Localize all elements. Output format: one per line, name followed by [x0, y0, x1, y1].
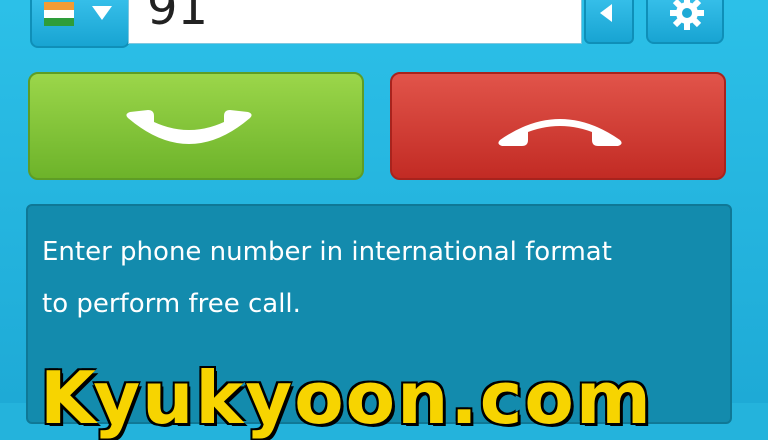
gear-icon — [670, 0, 704, 30]
flag-icon — [44, 2, 74, 26]
hangup-button[interactable] — [390, 72, 726, 180]
chevron-down-icon — [92, 6, 112, 20]
watermark: Kyukyoon.com — [40, 356, 653, 440]
info-message-line-1: Enter phone number in international form… — [42, 237, 612, 267]
phone-handset-icon — [126, 110, 252, 144]
app-window: 91 Enter phone number in international f… — [0, 0, 768, 434]
backspace-button[interactable] — [584, 0, 634, 44]
info-message-line-2: to perform free call. — [42, 289, 301, 319]
settings-button[interactable] — [646, 0, 724, 44]
info-message: Enter phone number in international form… — [42, 226, 722, 330]
backspace-arrow-icon — [600, 4, 612, 22]
call-button[interactable] — [28, 72, 364, 180]
phone-number-input[interactable]: 91 — [128, 0, 582, 44]
country-selector-button[interactable] — [30, 0, 130, 48]
phone-hangup-icon — [498, 119, 622, 146]
